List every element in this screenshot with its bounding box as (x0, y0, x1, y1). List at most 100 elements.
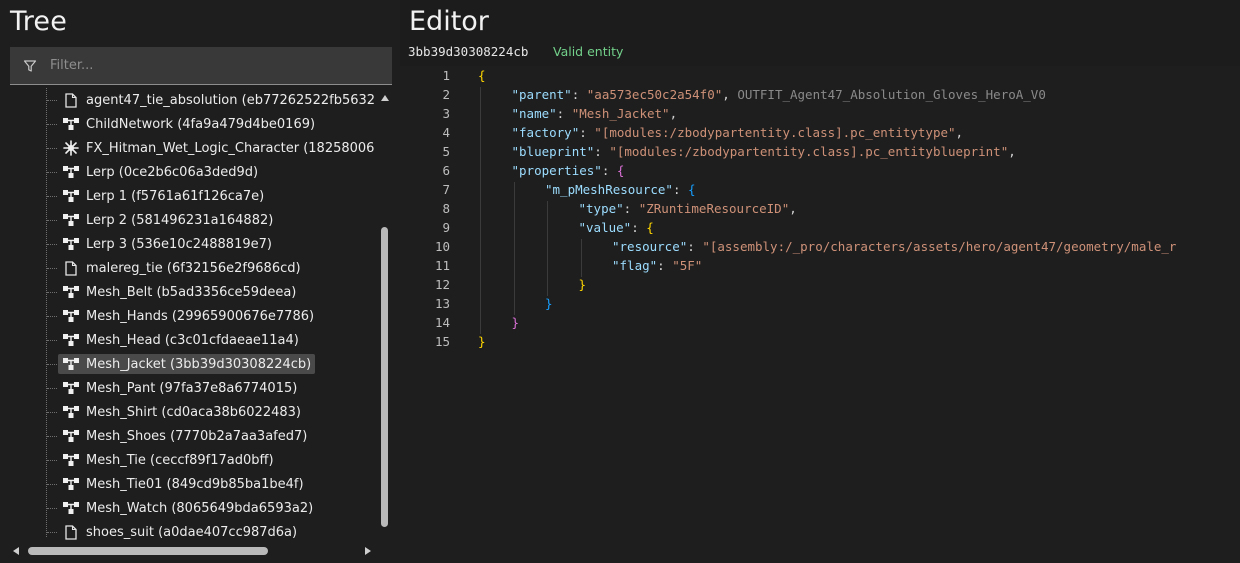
code-token: "value" (578, 220, 632, 235)
scroll-left-arrow-icon[interactable] (13, 547, 19, 555)
network-icon (62, 212, 80, 228)
tree-node[interactable]: Mesh_Hands (29965900676e7786) (58, 306, 318, 326)
tree-item-label: Mesh_Watch (8065649bda6593a2) (86, 500, 314, 516)
tree-node[interactable]: Mesh_Belt (b5ad3356ce59deea) (58, 282, 300, 302)
indent-guide (480, 106, 481, 125)
tree-item[interactable]: agent47_tie_absolution (eb77262522fb5632 (10, 88, 380, 112)
filter-box[interactable] (10, 47, 392, 85)
json-code-editor[interactable]: 1{2 "parent": "aa573ec50c2a54f0", OUTFIT_… (400, 66, 1240, 563)
tree-item[interactable]: shoes_suit (a0dae407cc987d6a) (10, 520, 380, 544)
file-icon (62, 92, 80, 108)
network-icon (62, 428, 80, 444)
network-icon (62, 236, 80, 252)
indent-guide (513, 258, 515, 277)
tree-node[interactable]: Mesh_Head (c3c01cfdaeae11a4) (58, 330, 303, 350)
network-icon (62, 404, 80, 420)
tree-item-label: Mesh_Hands (29965900676e7786) (86, 308, 315, 324)
tree-item[interactable]: Mesh_Belt (b5ad3356ce59deea) (10, 280, 380, 304)
code-token: "ZRuntimeResourceID" (638, 201, 790, 216)
tree-item-label: Mesh_Shirt (cd0aca38b6022483) (86, 404, 301, 420)
tree-node[interactable]: Lerp (0ce2b6c06a3ded9d) (58, 162, 262, 182)
tree-node[interactable]: Mesh_Shirt (cd0aca38b6022483) (58, 402, 305, 422)
tree-item[interactable]: Mesh_Jacket (3bb39d30308224cb) (10, 352, 380, 376)
code-text: } (579, 277, 587, 292)
tree-node[interactable]: Mesh_Shoes (7770b2a7aa3afed7) (58, 426, 311, 446)
tree-item-label: Mesh_Shoes (7770b2a7aa3afed7) (86, 428, 308, 444)
indent-guide (547, 258, 548, 277)
tree-title: Tree (10, 6, 68, 37)
tree-node[interactable]: Mesh_Tie (ceccf89f17ad0bff) (58, 450, 278, 470)
code-token: : (556, 106, 572, 121)
tree-item[interactable]: Mesh_Head (c3c01cfdaeae11a4) (10, 328, 380, 352)
line-number: 7 (442, 182, 450, 197)
code-line: 3 "name": "Mesh_Jacket", (400, 106, 1240, 125)
tree-item[interactable]: Mesh_Shirt (cd0aca38b6022483) (10, 400, 380, 424)
indent-guide (480, 296, 481, 315)
tree-node[interactable]: Mesh_Tie01 (849cd9b85ba1be4f) (58, 474, 308, 494)
tree-node-selected[interactable]: Mesh_Jacket (3bb39d30308224cb) (58, 354, 316, 374)
tree-item-label: Mesh_Head (c3c01cfdaeae11a4) (86, 332, 299, 348)
tree-node[interactable]: shoes_suit (a0dae407cc987d6a) (58, 522, 301, 542)
tree-node[interactable]: malereg_tie (6f32156e2f9686cd) (58, 258, 305, 278)
tree-item-label: FX_Hitman_Wet_Logic_Character (18258006 (86, 140, 375, 156)
code-line: 15} (400, 334, 1240, 353)
code-token: "[assembly:/_pro/characters/assets/hero/… (702, 239, 1177, 254)
horizontal-scrollbar-thumb[interactable] (28, 547, 268, 555)
tree-node[interactable]: Mesh_Pant (97fa37e8a6774015) (58, 378, 301, 398)
tree-node[interactable]: Mesh_Watch (8065649bda6593a2) (58, 498, 317, 518)
code-token: , (789, 201, 797, 216)
tree-item[interactable]: Mesh_Tie (ceccf89f17ad0bff) (10, 448, 380, 472)
code-token: "type" (578, 201, 624, 216)
tree-item[interactable]: Lerp 1 (f5761a61f126ca7e) (10, 184, 380, 208)
tree-item[interactable]: Mesh_Watch (8065649bda6593a2) (10, 496, 380, 520)
tree-node[interactable]: agent47_tie_absolution (eb77262522fb5632 (58, 90, 379, 110)
tree-item-label: Mesh_Tie (ceccf89f17ad0bff) (86, 452, 274, 468)
indent-guide (580, 258, 582, 277)
line-number: 11 (434, 258, 450, 273)
vertical-scrollbar-thumb[interactable] (381, 227, 388, 527)
tree-item[interactable]: Mesh_Tie01 (849cd9b85ba1be4f) (10, 472, 380, 496)
entity-status-label: Valid entity (553, 44, 624, 59)
code-token: } (545, 296, 553, 311)
code-text: "value": { (579, 220, 654, 235)
code-token: , (955, 125, 964, 140)
line-number: 6 (442, 163, 450, 178)
code-text: } (512, 315, 520, 330)
network-icon (62, 332, 80, 348)
line-number: 13 (434, 296, 450, 311)
scroll-right-arrow-icon[interactable] (365, 547, 371, 555)
tree-guide-branch (47, 436, 57, 437)
tree-item[interactable]: Mesh_Shoes (7770b2a7aa3afed7) (10, 424, 380, 448)
tree-guide-branch (47, 124, 57, 125)
tree-node[interactable]: Lerp 3 (536e10c2488819e7) (58, 234, 276, 254)
tree-item[interactable]: Lerp 3 (536e10c2488819e7) (10, 232, 380, 256)
tree-item[interactable]: Lerp 2 (581496231a164882) (10, 208, 380, 232)
scroll-up-arrow-icon[interactable] (381, 95, 389, 101)
tree-item-label: agent47_tie_absolution (eb77262522fb5632 (86, 92, 376, 108)
code-line: 1{ (400, 68, 1240, 87)
tree-item-label: Mesh_Jacket (3bb39d30308224cb) (86, 356, 312, 372)
line-number: 14 (434, 315, 450, 330)
code-token: { (688, 182, 696, 197)
tree-item[interactable]: Mesh_Pant (97fa37e8a6774015) (10, 376, 380, 400)
tree-item[interactable]: Lerp (0ce2b6c06a3ded9d) (10, 160, 380, 184)
tree-item-label: Mesh_Pant (97fa37e8a6774015) (86, 380, 298, 396)
indent-guide (513, 201, 515, 220)
tree-list: agent47_tie_absolution (eb77262522fb5632… (10, 88, 380, 544)
network-icon (62, 356, 80, 372)
tree-item-label: Lerp 2 (581496231a164882) (86, 212, 274, 228)
file-icon (62, 524, 80, 540)
tree-node[interactable]: ChildNetwork (4fa9a479d4be0169) (58, 114, 319, 134)
code-token: "[modules:/zbodypartentity.class].pc_ent… (609, 144, 1009, 159)
code-token: : (601, 163, 617, 178)
tree-node[interactable]: Lerp 1 (f5761a61f126ca7e) (58, 186, 268, 206)
code-token: "properties" (511, 163, 602, 178)
tree-item[interactable]: Mesh_Hands (29965900676e7786) (10, 304, 380, 328)
tree-node[interactable]: FX_Hitman_Wet_Logic_Character (18258006 (58, 138, 378, 158)
tree-item[interactable]: ChildNetwork (4fa9a479d4be0169) (10, 112, 380, 136)
tree-node[interactable]: Lerp 2 (581496231a164882) (58, 210, 277, 230)
tree-item[interactable]: FX_Hitman_Wet_Logic_Character (18258006 (10, 136, 380, 160)
code-text: "properties": { (512, 163, 625, 178)
filter-input[interactable] (50, 58, 370, 73)
tree-item[interactable]: malereg_tie (6f32156e2f9686cd) (10, 256, 380, 280)
